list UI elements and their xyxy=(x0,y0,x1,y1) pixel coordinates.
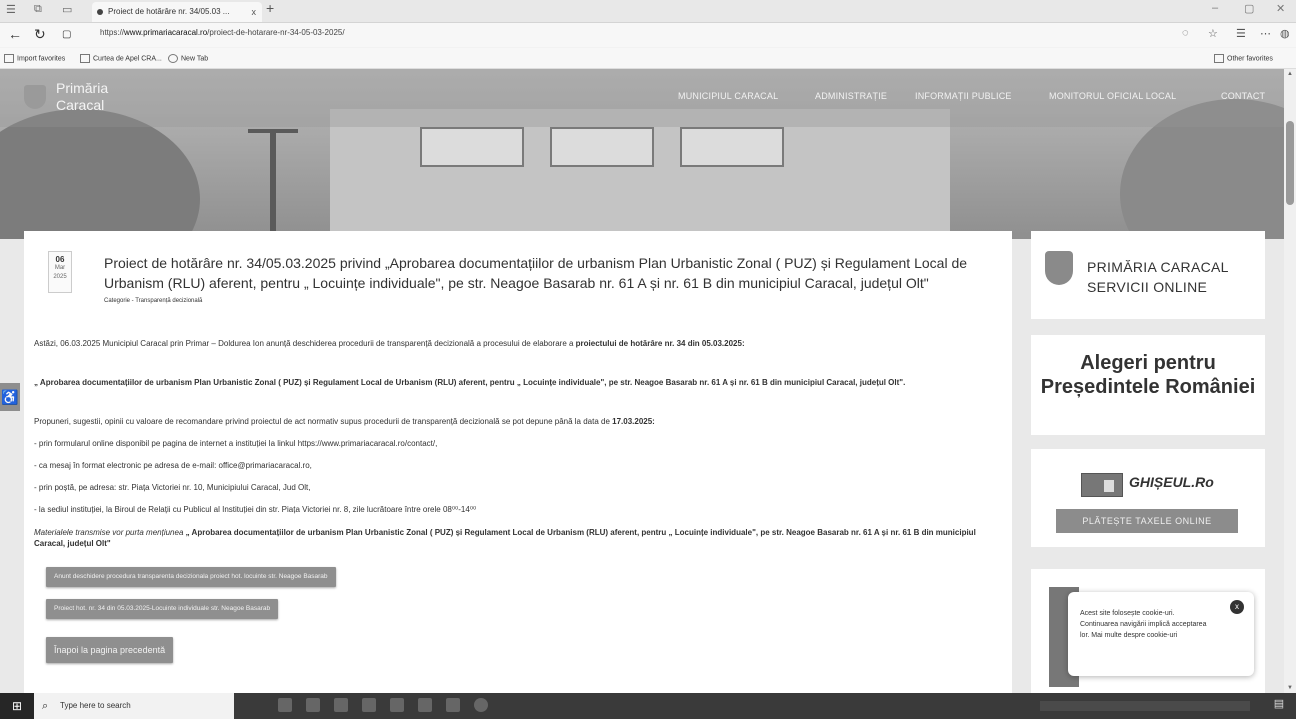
tab-title: Proiect de hotărâre nr. 34/05.03 ... xyxy=(108,7,230,16)
search-icon: ⌕ xyxy=(42,700,49,712)
article-card: 06 Mar 2025 Proiect de hotărâre nr. 34/0… xyxy=(24,231,1012,693)
ghiseul-logo-icon xyxy=(1081,473,1123,497)
favorite-star-icon[interactable]: ☆ xyxy=(1208,27,1218,40)
paragraph-mention: Materialele transmise vor purta mențiune… xyxy=(34,528,976,548)
window-menu-icon[interactable]: ☰ xyxy=(6,3,16,16)
close-window-icon[interactable]: ✕ xyxy=(1276,2,1285,15)
url-path: /proiect-de-hotarare-nr-34-05-03-2025/ xyxy=(207,28,345,37)
address-bar-row: ← ↻ ▢ https://www.primariacaracal.ro/pro… xyxy=(0,23,1296,47)
page-scrollbar[interactable]: ▲ ▼ xyxy=(1284,69,1296,693)
menu-informatii[interactable]: INFORMAȚII PUBLICE xyxy=(915,91,1012,101)
crest-icon[interactable] xyxy=(24,85,46,109)
tab-actions-icon[interactable]: ⧉ xyxy=(34,3,42,16)
cookie-text: Acest site folosește cookie-uri. Continu… xyxy=(1080,610,1207,639)
cookie-notice: Acest site folosește cookie-uri. Continu… xyxy=(1068,592,1254,676)
site-logo[interactable]: Primăria Caracal xyxy=(56,80,108,114)
balcony xyxy=(420,127,524,167)
folder-icon xyxy=(4,54,14,63)
menu-administratie[interactable]: ADMINISTRAȚIE xyxy=(815,91,887,101)
menu-contact[interactable]: CONTACT xyxy=(1221,91,1265,101)
maximize-icon[interactable]: ▢ xyxy=(1244,2,1254,15)
servicii-online-box[interactable]: PRIMĂRIA CARACAL SERVICII ONLINE xyxy=(1031,231,1265,319)
date-badge: 06 Mar 2025 xyxy=(48,251,72,293)
folder-icon xyxy=(1214,54,1224,63)
menu-municipiul[interactable]: MUNICIPIUL CARACAL xyxy=(678,91,778,101)
collections-icon[interactable]: ☰ xyxy=(1236,27,1246,40)
article-title: Proiect de hotărâre nr. 34/05.03.2025 pr… xyxy=(104,255,968,291)
paragraph-subject: „ Aprobarea documentațiilor de urbanism … xyxy=(34,378,906,387)
tab-active[interactable]: Proiect de hotărâre nr. 34/05.03 ... x xyxy=(92,2,262,22)
chrome-icon[interactable] xyxy=(474,698,488,712)
site-header: Primăria Caracal MUNICIPIUL CARACAL ADMI… xyxy=(0,69,1284,127)
balcony xyxy=(680,127,784,167)
edge-icon[interactable] xyxy=(306,698,320,712)
crest-icon xyxy=(1045,251,1073,285)
url-field[interactable]: https://www.primariacaracal.ro/proiect-d… xyxy=(100,28,345,37)
list-item: - la sediul instituției, la Biroul de Re… xyxy=(34,505,477,514)
cookie-close-button[interactable]: x xyxy=(1230,600,1244,614)
download-anunt-button[interactable]: Anunt deschidere procedura transparenta … xyxy=(46,567,336,587)
url-prefix: https:// xyxy=(100,28,125,37)
favorites-bar: Import favorites Curtea de Apel CRA... N… xyxy=(0,48,1296,69)
refresh-icon[interactable]: ↻ xyxy=(34,26,46,43)
alegeri-box[interactable]: Alegeri pentru Președintele României xyxy=(1031,335,1265,435)
mail-icon[interactable] xyxy=(334,698,348,712)
minimize-icon[interactable]: – xyxy=(1212,2,1218,14)
list-item: - prin poștă, pe adresa: str. Piața Vict… xyxy=(34,483,311,492)
system-tray[interactable] xyxy=(1040,701,1250,711)
article-category[interactable]: Categorie - Transparență decizională xyxy=(104,298,202,304)
tabs-icon[interactable]: ▭ xyxy=(62,3,72,16)
plateste-taxele-button[interactable]: PLĂTEȘTE TAXELE ONLINE xyxy=(1056,509,1238,533)
windows-start-icon[interactable]: ⊞ xyxy=(0,693,34,719)
accessibility-icon[interactable]: ♿ xyxy=(0,383,20,411)
new-tab-button[interactable]: + xyxy=(266,0,274,16)
scroll-up-icon[interactable]: ▲ xyxy=(1287,71,1293,77)
favorite-newtab[interactable]: New Tab xyxy=(168,54,208,63)
taskbar-search[interactable]: ⌕ Type here to search xyxy=(34,693,234,719)
ghiseul-box[interactable]: GHIȘEUL.Ro PLĂTEȘTE TAXELE ONLINE xyxy=(1031,449,1265,547)
tree-left xyxy=(0,109,200,239)
read-aloud-icon[interactable]: ◌ xyxy=(1182,27,1189,39)
url-host: www.primariacaracal.ro xyxy=(124,28,208,37)
back-button[interactable]: Înapoi la pagina precedentă xyxy=(46,637,174,663)
profile-icon[interactable]: ◍ xyxy=(1280,27,1290,40)
globe-icon xyxy=(168,54,178,63)
app-icon[interactable] xyxy=(446,698,460,712)
paragraph-proposals: Propuneri, sugestii, opinii cu valoare d… xyxy=(34,417,655,426)
task-view-icon[interactable] xyxy=(278,698,292,712)
list-item: - prin formularul online disponibil pe p… xyxy=(34,439,438,448)
folder-icon xyxy=(80,54,90,63)
lamp-post xyxy=(270,131,276,239)
favorite-import[interactable]: Import favorites xyxy=(4,54,65,63)
browser-tab-bar: ☰ ⧉ ▭ Proiect de hotărâre nr. 34/05.03 .… xyxy=(0,0,1296,23)
paragraph-announcement: Astăzi, 06.03.2025 Municipiul Caracal pr… xyxy=(34,339,745,348)
explorer-icon[interactable] xyxy=(362,698,376,712)
list-item: - ca mesaj în format electronic pe adres… xyxy=(34,461,312,470)
other-favorites[interactable]: Other favorites xyxy=(1214,54,1273,63)
page-info-icon[interactable]: ▢ xyxy=(62,29,71,40)
windows-taskbar: ⊞ ⌕ Type here to search ▤ xyxy=(0,693,1296,719)
download-proiect-button[interactable]: Proiect hot. nr. 34 din 05.03.2025-Locui… xyxy=(46,599,279,619)
notifications-icon[interactable]: ▤ xyxy=(1270,697,1288,715)
favorite-curtea[interactable]: Curtea de Apel CRA... xyxy=(80,54,162,63)
scroll-down-icon[interactable]: ▼ xyxy=(1287,685,1293,691)
tab-close-icon[interactable]: x xyxy=(252,2,257,22)
site-favicon-icon xyxy=(97,9,103,15)
store-icon[interactable] xyxy=(390,698,404,712)
scrollbar-thumb[interactable] xyxy=(1286,121,1294,205)
balcony xyxy=(550,127,654,167)
more-menu-icon[interactable]: ⋯ xyxy=(1260,27,1271,40)
back-arrow-icon[interactable]: ← xyxy=(8,26,22,42)
menu-monitorul[interactable]: MONITORUL OFICIAL LOCAL xyxy=(1049,91,1176,101)
app-icon[interactable] xyxy=(418,698,432,712)
